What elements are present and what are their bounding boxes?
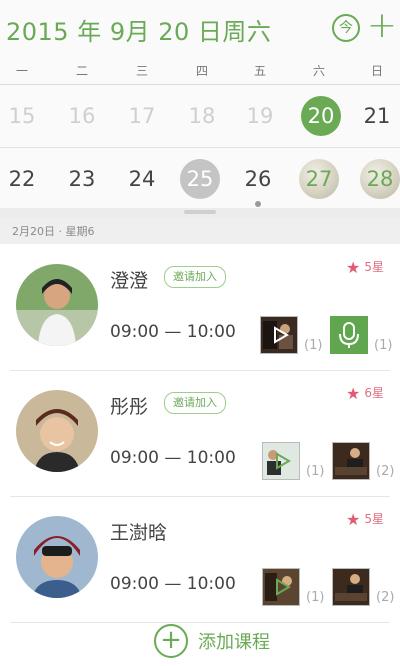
weekday-label: 五 [253, 64, 266, 78]
material-count: (2) [376, 464, 395, 479]
rating: ★ 5星 [346, 510, 384, 529]
lesson-row[interactable]: 彤彤 邀请加入 ★ 6星 09:00 — 10:00 (1) (2) [10, 370, 394, 497]
rating: ★ 5星 [346, 258, 384, 277]
calendar-day-selected[interactable]: 20 [301, 96, 341, 136]
rating-label: 5星 [364, 512, 384, 526]
weekday-label: 日 [370, 64, 383, 78]
star-icon: ★ [346, 510, 361, 529]
calendar-day[interactable]: 26 [238, 159, 278, 207]
star-icon: ★ [346, 384, 361, 403]
calendar-day[interactable]: 24 [122, 159, 162, 199]
student-name: 澄澄 [110, 270, 149, 292]
calendar-day[interactable]: 17 [122, 96, 162, 136]
calendar-week: 22 23 24 25 26 27 28 [0, 148, 400, 208]
material-count: (2) [376, 590, 395, 605]
weekday-label: 二 [75, 64, 88, 78]
lesson-row[interactable]: 澄澄 邀请加入 ★ 5星 09:00 — 10:00 (1) (1) [10, 244, 393, 371]
event-dot-icon [255, 201, 261, 207]
date-strip: 2月20日 · 星期6 [0, 218, 400, 244]
lesson-row[interactable]: 王澍晗 ★ 5星 09:00 — 10:00 (1) (2) [10, 496, 394, 623]
rating: ★ 6星 [346, 384, 384, 403]
lesson-time: 09:00 — 10:00 [110, 574, 236, 594]
material-count: (1) [306, 590, 325, 605]
weekday-label: 四 [195, 64, 208, 78]
microphone-icon[interactable] [330, 316, 368, 354]
weekday-label: 一 [15, 64, 28, 78]
date-strip-label: 2月20日 · 星期6 [12, 225, 95, 238]
photo-icon[interactable] [332, 568, 370, 606]
lesson-list: 澄澄 邀请加入 ★ 5星 09:00 — 10:00 (1) (1) 彤彤 邀请… [0, 244, 400, 666]
calendar-day[interactable]: 22 [2, 159, 42, 199]
invite-button[interactable]: 邀请加入 [164, 266, 226, 288]
video-icon[interactable] [260, 316, 298, 354]
calendar-day[interactable]: 18 [182, 96, 222, 136]
rating-label: 5星 [364, 260, 384, 274]
avatar[interactable] [16, 264, 98, 346]
star-icon: ★ [346, 258, 361, 277]
student-name: 王澍晗 [110, 522, 168, 544]
student-name: 彤彤 [110, 396, 149, 418]
material-count: (1) [306, 464, 325, 479]
calendar-day[interactable]: 15 [2, 96, 42, 136]
avatar[interactable] [16, 390, 98, 472]
add-course-label: 添加课程 [198, 632, 270, 653]
calendar-header: 2015 年 9月 20 日周六 今 + [0, 0, 400, 56]
today-button[interactable]: 今 [332, 14, 360, 42]
calendar-day[interactable]: 21 [357, 96, 397, 136]
calendar-week: 15 16 17 18 19 20 21 [0, 85, 400, 148]
date-title[interactable]: 2015 年 9月 20 日周六 [6, 12, 271, 47]
add-circle-icon: + [154, 624, 188, 658]
weekday-label: 六 [312, 64, 325, 78]
invite-button[interactable]: 邀请加入 [164, 392, 226, 414]
add-icon[interactable]: + [366, 8, 398, 44]
calendar-day[interactable]: 19 [240, 96, 280, 136]
weekday-row: 一 二 三 四 五 六 日 [0, 56, 400, 85]
add-course-button[interactable]: + 添加课程 [0, 622, 400, 666]
calendar-day-today[interactable]: 25 [180, 159, 220, 199]
material-count: (1) [304, 338, 323, 353]
video-icon[interactable] [262, 568, 300, 606]
avatar[interactable] [16, 516, 98, 598]
weekday-label: 三 [135, 64, 148, 78]
calendar-day[interactable]: 27 [299, 159, 339, 199]
lesson-time: 09:00 — 10:00 [110, 448, 236, 468]
calendar-day[interactable]: 28 [360, 159, 400, 199]
drag-handle[interactable] [184, 210, 216, 214]
video-icon[interactable] [262, 442, 300, 480]
calendar-day[interactable]: 16 [62, 96, 102, 136]
calendar-day-number: 26 [244, 167, 272, 191]
lesson-time: 09:00 — 10:00 [110, 322, 236, 342]
rating-label: 6星 [364, 386, 384, 400]
photo-icon[interactable] [332, 442, 370, 480]
calendar-day[interactable]: 23 [62, 159, 102, 199]
material-count: (1) [374, 338, 393, 353]
